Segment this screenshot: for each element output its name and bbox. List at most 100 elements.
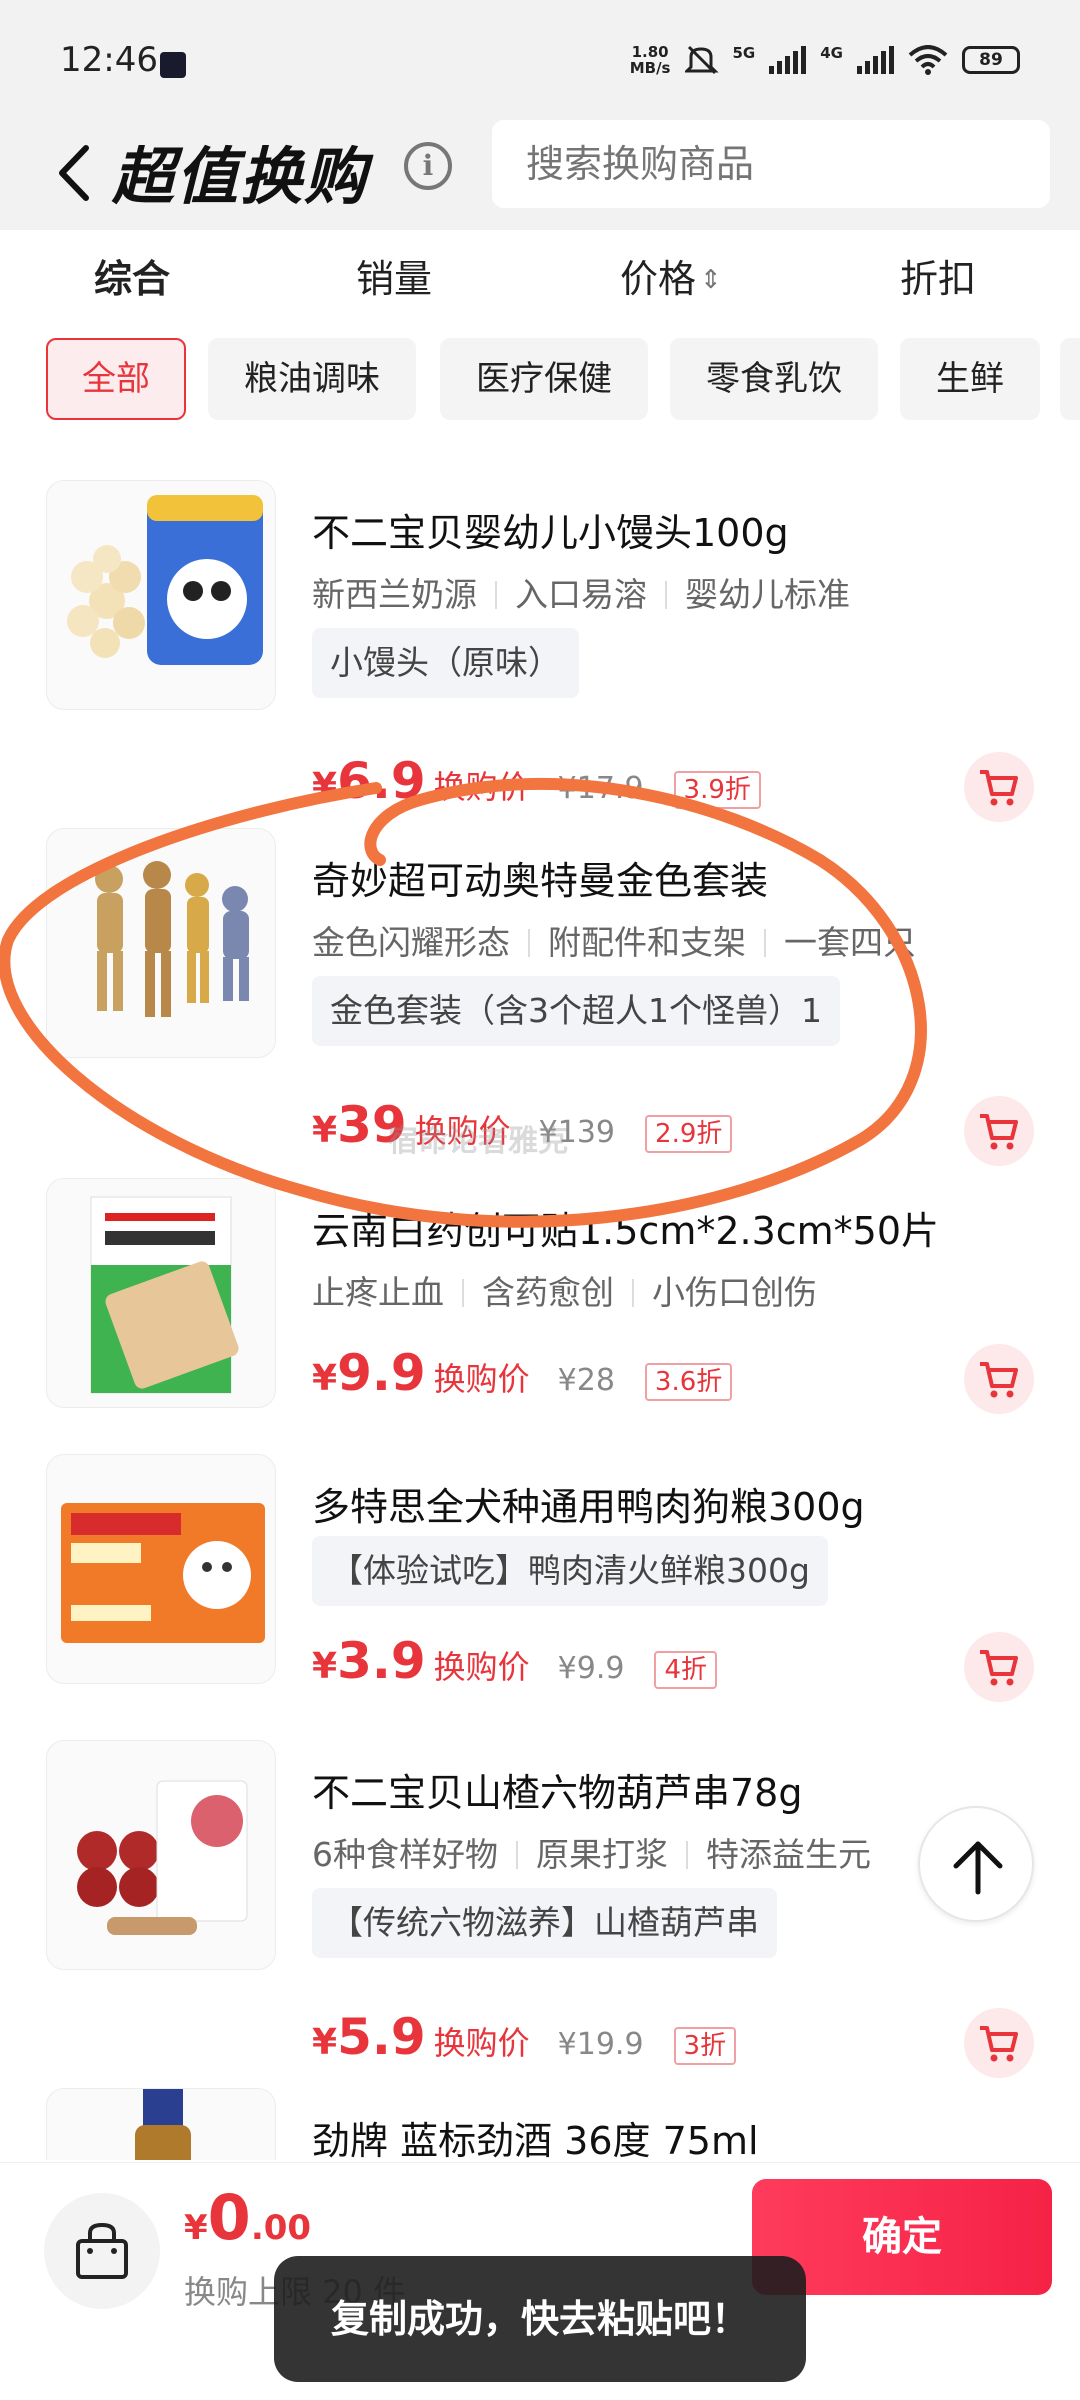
price-label: 换购价 — [433, 2024, 530, 2062]
status-time: 12:46 — [60, 40, 158, 80]
header: 超值换购 i — [0, 120, 1080, 230]
add-to-cart-button[interactable] — [964, 752, 1034, 822]
price-currency: ¥ — [312, 1358, 338, 1399]
price-value: 3.9 — [337, 1632, 426, 1690]
product-tag: 小伤口创伤 — [652, 1273, 817, 1312]
shopping-bag-icon — [76, 2222, 128, 2279]
sort-tab-price[interactable]: 价格 ⇕ — [620, 248, 722, 303]
chip-medical[interactable]: 医疗保健 — [440, 338, 648, 420]
chip-all[interactable]: 全部 — [46, 338, 186, 420]
price-label: 换购价 — [433, 1360, 530, 1398]
chip-grain-oil[interactable]: 粮油调味 — [208, 338, 416, 420]
product-image — [46, 1178, 276, 1408]
price-currency: ¥ — [312, 1110, 338, 1151]
back-arrow-icon[interactable] — [48, 138, 108, 208]
network-speed-value: 1.80 — [631, 43, 669, 61]
info-icon[interactable]: i — [404, 142, 452, 190]
shopping-bag-button[interactable] — [44, 2193, 160, 2309]
product-image — [46, 1740, 276, 1970]
product-name: 云南白药创可贴1.5cm*2.3cm*50片 — [312, 1209, 940, 1253]
original-price: ¥17.9 — [557, 771, 644, 806]
search-input[interactable] — [492, 120, 1050, 208]
product-tags: 6种食样好物 原果打浆 特添益生元 — [312, 1828, 871, 1876]
chip-more[interactable] — [1060, 338, 1080, 420]
price-currency: ¥ — [312, 766, 338, 807]
product-tag: 新西兰奶源 — [312, 575, 477, 614]
status-bar: 12:46 1.80 MB/s 5G 4G 89 — [0, 0, 1080, 120]
product-tags: 新西兰奶源 入口易溶 婴幼儿标准 — [312, 568, 850, 616]
watermark: 宿命论者雅克 — [388, 1124, 568, 1159]
price-value: 6.9 — [337, 752, 426, 810]
product-tag: 止疼止血 — [312, 1273, 444, 1312]
scroll-to-top-button[interactable] — [918, 1806, 1034, 1922]
product-name: 不二宝贝婴幼儿小馒头100g — [312, 511, 789, 555]
cart-icon — [980, 1362, 1018, 1398]
notification-icon — [160, 52, 186, 78]
discount-badge: 3折 — [673, 2027, 737, 2065]
product-tag: 含药愈创 — [482, 1273, 614, 1312]
product-name: 多特思全犬种通用鸭肉狗粮300g — [312, 1485, 865, 1529]
product-tag: 特添益生元 — [706, 1835, 871, 1874]
discount-badge: 3.9折 — [673, 771, 761, 809]
price-label: 换购价 — [433, 768, 530, 806]
battery-icon: 89 — [962, 46, 1020, 74]
product-name: 劲牌 蓝标劲酒 36度 75ml — [312, 2119, 759, 2160]
sort-tabs: 综合 销量 价格 ⇕ 折扣 — [0, 230, 1080, 330]
product-spec: 小馒头（原味） — [312, 628, 579, 698]
product-image — [46, 2088, 276, 2160]
sort-tab-comprehensive[interactable]: 综合 — [94, 248, 170, 303]
original-price: ¥9.9 — [557, 1651, 625, 1686]
total-currency: ¥ — [184, 2208, 208, 2248]
product-spec: 【体验试吃】鸭肉清火鲜粮300g — [312, 1536, 828, 1606]
cart-icon — [980, 1114, 1018, 1150]
product-image — [46, 1454, 276, 1684]
signal-icon — [769, 46, 807, 74]
sort-tab-discount[interactable]: 折扣 — [900, 248, 976, 303]
discount-badge: 3.6折 — [644, 1363, 733, 1401]
toast-message: 复制成功，快去粘贴吧！ — [274, 2256, 806, 2382]
arrow-up-icon — [953, 1841, 1003, 1895]
product-price: ¥ 3.9 换购价 ¥9.9 4折 — [312, 1632, 717, 1690]
mute-icon — [684, 45, 719, 75]
sort-tab-sales[interactable]: 销量 — [356, 248, 432, 303]
product-tag: 6种食样好物 — [312, 1835, 498, 1874]
add-to-cart-button[interactable] — [964, 2008, 1034, 2078]
original-price: ¥19.9 — [557, 2027, 644, 2062]
page-title: 超值换购 — [112, 140, 369, 213]
product-price: ¥ 5.9 换购价 ¥19.9 3折 — [312, 2008, 737, 2066]
signal-icon-2 — [857, 46, 894, 74]
product-tags: 金色闪耀形态 附配件和支架 一套四只 — [312, 916, 916, 964]
original-price: ¥28 — [557, 1363, 615, 1398]
chip-snacks[interactable]: 零食乳饮 — [670, 338, 878, 420]
product-price: ¥ 9.9 换购价 ¥28 3.6折 — [312, 1344, 733, 1402]
cart-icon — [980, 770, 1018, 806]
product-name: 奇妙超可动奥特曼金色套装 — [312, 859, 769, 903]
product-tag: 附配件和支架 — [548, 923, 746, 962]
product-tag: 原果打浆 — [536, 1835, 668, 1874]
total-integer: 0 — [207, 2181, 251, 2254]
product-price: ¥ 6.9 换购价 ¥17.9 3.9折 — [312, 752, 761, 810]
product-tag: 一套四只 — [784, 923, 916, 962]
product-tag: 婴幼儿标准 — [685, 575, 850, 614]
discount-badge: 4折 — [654, 1651, 717, 1689]
product-spec: 金色套装（含3个超人1个怪兽）1 — [312, 976, 840, 1046]
product-name: 不二宝贝山楂六物葫芦串78g — [312, 1771, 803, 1815]
total-price: ¥ 0 .00 — [184, 2181, 311, 2254]
cart-icon — [980, 2026, 1018, 2062]
chip-fresh[interactable]: 生鲜 — [900, 338, 1040, 420]
price-value: 9.9 — [337, 1344, 426, 1402]
product-tag: 金色闪耀形态 — [312, 923, 510, 962]
status-icons: 1.80 MB/s 5G 4G 89 — [630, 44, 1020, 76]
add-to-cart-button[interactable] — [964, 1632, 1034, 1702]
product-image — [46, 828, 276, 1058]
product-image — [46, 480, 276, 710]
price-value: 5.9 — [337, 2008, 426, 2066]
add-to-cart-button[interactable] — [964, 1096, 1034, 1166]
wifi-icon — [908, 45, 948, 75]
network-speed-unit: MB/s — [629, 59, 671, 77]
price-label: 换购价 — [433, 1648, 530, 1686]
discount-badge: 2.9折 — [645, 1115, 733, 1153]
sim1-label: 5G — [732, 44, 756, 62]
add-to-cart-button[interactable] — [964, 1344, 1034, 1414]
total-decimal: .00 — [250, 2208, 312, 2248]
